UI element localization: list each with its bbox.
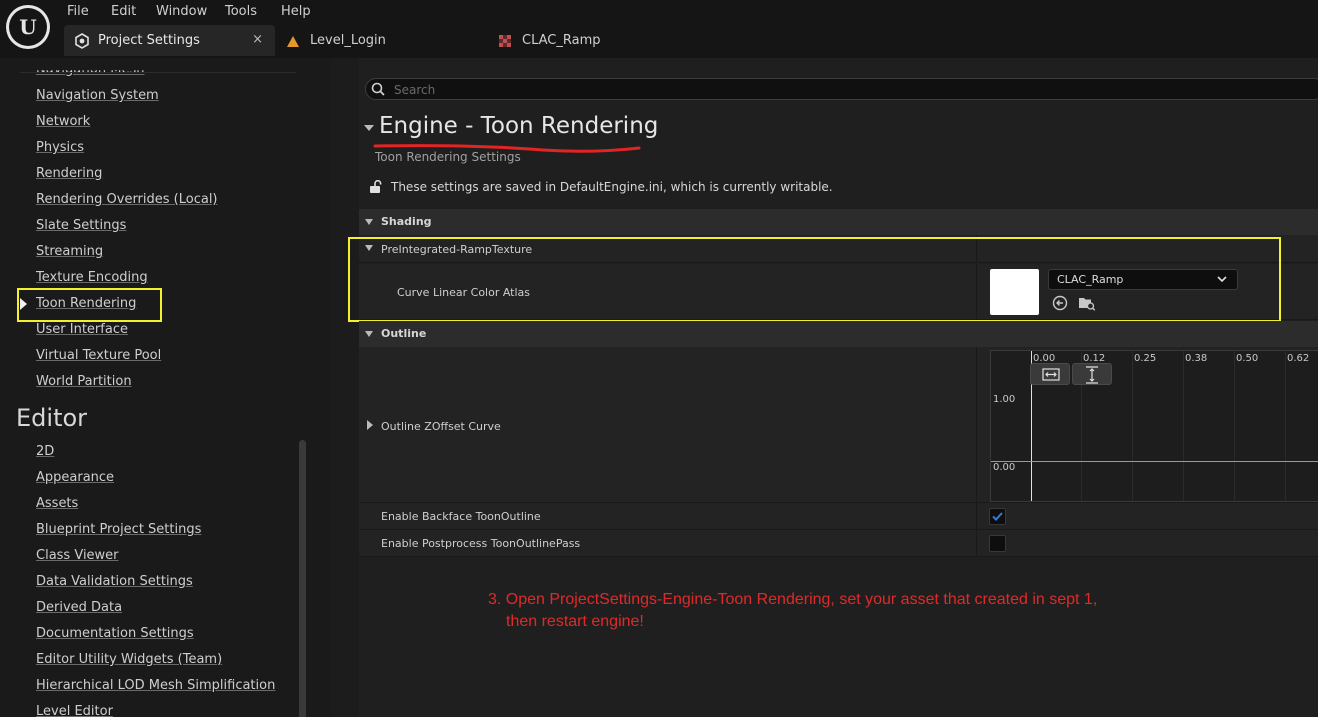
property-label: Outline ZOffset Curve: [381, 420, 501, 433]
sidebar-item-level-editor[interactable]: Level Editor: [36, 704, 113, 717]
curve-x-tick: 0.62: [1287, 353, 1310, 364]
menu-help[interactable]: Help: [281, 4, 311, 19]
selected-arrow-icon: [20, 298, 27, 310]
sidebar-item-editor-utility-widgets[interactable]: Editor Utility Widgets (Team): [36, 652, 222, 667]
tab-project-settings[interactable]: Project Settings ×: [64, 25, 275, 56]
settings-details-panel: Engine - Toon Rendering Toon Rendering S…: [348, 58, 1318, 717]
menu-edit[interactable]: Edit: [111, 4, 136, 19]
expand-arrow-icon[interactable]: [366, 420, 374, 430]
postprocess-outline-checkbox[interactable]: [989, 535, 1006, 552]
curve-x-tick: 0.25: [1134, 353, 1157, 364]
sidebar-item-user-interface[interactable]: User Interface: [36, 322, 128, 337]
expand-arrow-icon: [365, 331, 373, 337]
curve-editor[interactable]: 0.00 0.12 0.25 0.38 0.50 0.62 1.00 0.00: [990, 350, 1318, 502]
sidebar-item-physics[interactable]: Physics: [36, 140, 84, 155]
sidebar-divider: [20, 72, 296, 73]
sidebar-item-texture-encoding[interactable]: Texture Encoding: [36, 270, 148, 285]
property-row-backface-outline: Enable Backface ToonOutline: [359, 503, 1318, 530]
sidebar-item-network[interactable]: Network: [36, 114, 90, 129]
search-input[interactable]: [394, 81, 894, 98]
tab-label: CLAC_Ramp: [522, 33, 601, 48]
fit-vertical-icon: [1086, 366, 1098, 384]
column-divider: [976, 530, 977, 556]
sidebar-item-documentation-settings[interactable]: Documentation Settings: [36, 626, 194, 641]
category-label: Shading: [381, 215, 432, 228]
column-divider: [976, 503, 977, 529]
curve-gridline: [1234, 351, 1235, 501]
collapse-section-icon[interactable]: [364, 125, 374, 131]
fit-horizontal-button[interactable]: [1030, 363, 1070, 385]
property-label: Enable Backface ToonOutline: [381, 510, 541, 523]
expand-arrow-icon: [365, 219, 373, 225]
annotation-line-1: 3. Open ProjectSettings-Engine-Toon Rend…: [488, 591, 1098, 608]
section-subtitle: Toon Rendering Settings: [375, 150, 521, 164]
instruction-annotation: 3. Open ProjectSettings-Engine-Toon Rend…: [488, 589, 1097, 633]
menu-file[interactable]: File: [67, 4, 89, 19]
sidebar-item-navigation-mesh[interactable]: Navigation Mesh: [36, 70, 144, 77]
property-row-postprocess-outline: Enable Postprocess ToonOutlinePass: [359, 530, 1318, 557]
sidebar-item-virtual-texture-pool[interactable]: Virtual Texture Pool: [36, 348, 161, 363]
unlocked-icon: [370, 180, 382, 193]
tab-level-login[interactable]: Level_Login: [285, 25, 386, 56]
panel-splitter[interactable]: [331, 58, 359, 717]
category-label: Outline: [381, 327, 427, 340]
sidebar-item-assets[interactable]: Assets: [36, 496, 78, 511]
checkmark-icon: [992, 512, 1003, 521]
curve-gridline: [1285, 351, 1286, 501]
sidebar-item-rendering[interactable]: Rendering: [36, 166, 102, 181]
column-divider: [976, 347, 977, 502]
sidebar-heading-editor: Editor: [16, 404, 88, 432]
highlight-box-property: [348, 237, 1281, 322]
project-settings-icon: [75, 32, 89, 49]
search-icon: [371, 82, 385, 96]
sidebar-item-appearance[interactable]: Appearance: [36, 470, 114, 485]
fit-horizontal-icon: [1042, 368, 1060, 381]
sidebar-item-navigation-system[interactable]: Navigation System: [36, 88, 159, 103]
tab-clac-ramp[interactable]: CLAC_Ramp: [497, 25, 601, 56]
settings-category-sidebar: Navigation Mesh Navigation System Networ…: [0, 58, 331, 717]
fit-vertical-button[interactable]: [1072, 363, 1112, 385]
close-tab-icon[interactable]: ×: [252, 32, 263, 47]
texture-asset-icon: [499, 34, 511, 47]
category-shading[interactable]: Shading: [359, 209, 1318, 235]
curve-gridline: [1132, 351, 1133, 501]
curve-zero-line: [991, 461, 1318, 462]
sidebar-item-streaming[interactable]: Streaming: [36, 244, 103, 259]
backface-outline-checkbox[interactable]: [989, 508, 1006, 525]
level-icon: [287, 35, 299, 47]
sidebar-item-rendering-overrides[interactable]: Rendering Overrides (Local): [36, 192, 218, 207]
curve-y-tick: 0.00: [993, 462, 1016, 473]
category-outline[interactable]: Outline: [359, 321, 1318, 347]
sidebar-item-toon-rendering[interactable]: Toon Rendering: [36, 296, 136, 311]
section-title: Engine - Toon Rendering: [379, 113, 659, 139]
annotation-line-2: then restart engine!: [506, 613, 644, 630]
property-label: Enable Postprocess ToonOutlinePass: [381, 537, 581, 550]
curve-y-tick: 1.00: [993, 394, 1016, 405]
sidebar-item-blueprint-project-settings[interactable]: Blueprint Project Settings: [36, 522, 201, 537]
sidebar-item-data-validation[interactable]: Data Validation Settings: [36, 574, 193, 589]
sidebar-scrollbar[interactable]: [299, 440, 306, 717]
sidebar-item-slate-settings[interactable]: Slate Settings: [36, 218, 126, 233]
curve-gridline: [1183, 351, 1184, 501]
sidebar-item-class-viewer[interactable]: Class Viewer: [36, 548, 119, 563]
unreal-editor-window: { "menu": ["File", "Edit", "Window", "To…: [0, 0, 1318, 717]
title-bar: U File Edit Window Tools Help Project Se…: [0, 0, 1318, 58]
unreal-logo-icon[interactable]: U: [6, 5, 50, 49]
tab-label: Level_Login: [310, 33, 386, 48]
sidebar-item-world-partition[interactable]: World Partition: [36, 374, 132, 389]
sidebar-item-hlod-mesh-simplification[interactable]: Hierarchical LOD Mesh Simplification: [36, 678, 275, 693]
tab-label: Project Settings: [98, 33, 200, 48]
menu-window[interactable]: Window: [156, 4, 207, 19]
search-box[interactable]: [365, 78, 1318, 100]
menu-tools[interactable]: Tools: [225, 4, 257, 19]
sidebar-item-derived-data[interactable]: Derived Data: [36, 600, 122, 615]
sidebar-item-2d[interactable]: 2D: [36, 444, 54, 459]
curve-x-tick: 0.38: [1185, 353, 1208, 364]
config-writable-notice: These settings are saved in DefaultEngin…: [391, 180, 833, 194]
curve-x-tick: 0.50: [1236, 353, 1259, 364]
